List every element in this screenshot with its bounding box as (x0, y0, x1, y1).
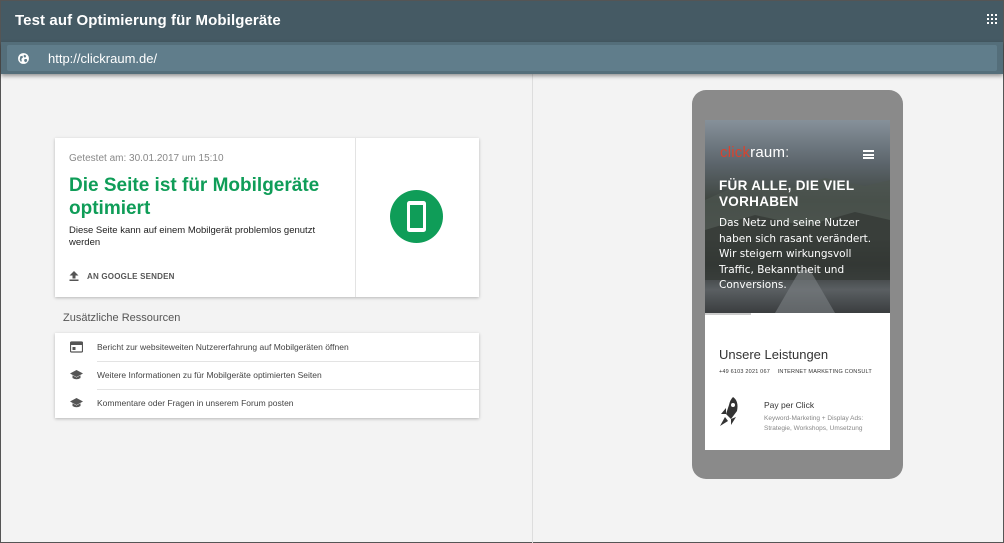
hero-text: Das Netz und seine Nutzer haben sich ras… (719, 217, 872, 291)
resource-item-forum[interactable]: Kommentare oder Fragen in unserem Forum … (55, 389, 479, 417)
hero-headline: FÜR ALLE, DIE VIEL VORHABEN (719, 178, 855, 209)
url-input-field[interactable]: http://clickraum.de/ (7, 45, 997, 71)
phone-screen[interactable]: clickraum: FÜR ALLE, DIE VIEL VORHABEN D… (705, 120, 890, 450)
result-headline: Die Seite ist für Mobilgeräte optimiert (69, 175, 320, 219)
globe-icon (18, 53, 29, 64)
resource-item-label: Weitere Informationen zu für Mobilgeräte… (97, 370, 322, 380)
graduation-cap-icon (70, 398, 83, 408)
apps-grid-icon[interactable] (987, 14, 997, 24)
tagline: INTERNET MARKETING CONSULT (777, 369, 872, 375)
upload-icon (69, 271, 79, 281)
resource-item-label: Kommentare oder Fragen in unserem Forum … (97, 398, 294, 408)
result-card: Getestet am: 30.01.2017 um 15:10 Die Sei… (55, 138, 479, 297)
card-separator (355, 138, 356, 297)
phone-number: +49 6103 2021 067 (719, 369, 770, 375)
rocket-icon (720, 397, 738, 426)
url-bar: http://clickraum.de/ (1, 42, 1003, 74)
send-to-google-button[interactable]: AN GOOGLE SENDEN (69, 271, 175, 281)
report-icon (70, 341, 83, 353)
graduation-cap-icon (70, 370, 83, 380)
send-to-google-label: AN GOOGLE SENDEN (87, 271, 175, 281)
result-description: Diese Seite kann auf einem Mobilgerät pr… (69, 225, 316, 248)
service-title: Pay per Click (764, 400, 815, 410)
app-title: Test auf Optimierung für Mobilgeräte (15, 12, 281, 29)
resources-list: Bericht zur websiteweiten Nutzererfahrun… (55, 333, 479, 418)
scroll-indicator (705, 313, 751, 315)
resource-item-learn-more[interactable]: Weitere Informationen zu für Mobilgeräte… (55, 361, 479, 389)
phone-preview-frame: clickraum: FÜR ALLE, DIE VIEL VORHABEN D… (692, 90, 903, 479)
resource-item-report[interactable]: Bericht zur websiteweiten Nutzererfahrun… (55, 333, 479, 361)
resource-item-label: Bericht zur websiteweiten Nutzererfahrun… (97, 342, 349, 352)
tested-timestamp: Getestet am: 30.01.2017 um 15:10 (69, 153, 224, 164)
service-description: Keyword-Marketing + Display Ads: Strateg… (764, 415, 864, 432)
hero-image: clickraum: FÜR ALLE, DIE VIEL VORHABEN D… (705, 120, 890, 313)
hamburger-menu-icon[interactable] (863, 150, 874, 159)
section-title: Unsere Leistungen (719, 347, 829, 362)
resources-title: Zusätzliche Ressourcen (63, 312, 181, 324)
url-text: http://clickraum.de/ (48, 51, 158, 66)
contact-line: +49 6103 2021 067 INTERNET MARKETING CON… (719, 369, 872, 375)
app-bar: Test auf Optimierung für Mobilgeräte (1, 1, 1003, 42)
panel-divider (532, 74, 533, 543)
mobile-friendly-icon (390, 190, 443, 243)
clickraum-logo: clickraum: (720, 144, 790, 161)
